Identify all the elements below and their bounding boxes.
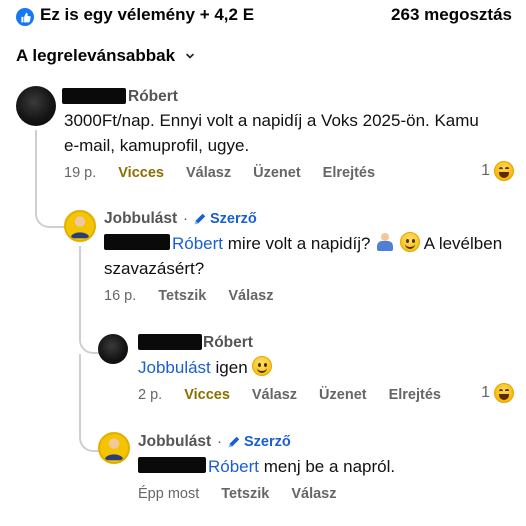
comment-text: Jobbulást igen	[138, 355, 488, 380]
comment-text-part: igen	[210, 358, 253, 377]
message-button[interactable]: Üzenet	[253, 165, 301, 181]
reply-button[interactable]: Válasz	[186, 165, 231, 181]
avatar[interactable]	[16, 86, 56, 126]
like-button[interactable]: Tetszik	[221, 486, 269, 502]
sort-dropdown[interactable]: A legrelevánsabbak	[16, 46, 195, 66]
author-logo-icon	[104, 438, 124, 461]
commenter-name[interactable]: Róbert	[128, 88, 178, 106]
thread-line	[35, 130, 37, 190]
comment-time: 2 p.	[138, 387, 163, 403]
comment-text: 3000Ft/nap. Ennyi volt a napidíj a Voks …	[64, 111, 479, 155]
laughing-emoji-icon	[494, 383, 514, 403]
name-separator: ·	[217, 433, 222, 450]
comment-time: Épp most	[138, 486, 200, 502]
thread-line	[79, 354, 81, 424]
sort-label: A legrelevánsabbak	[16, 46, 176, 65]
smile-emoji-icon	[252, 356, 273, 376]
comment-time: 16 p.	[104, 288, 137, 304]
avatar[interactable]	[98, 334, 128, 364]
author-badge-label: Szerző	[210, 211, 257, 227]
author-avatar[interactable]	[64, 210, 96, 242]
reaction-count[interactable]: 1	[481, 161, 514, 181]
reaction-count-number: 1	[481, 162, 490, 179]
like-button[interactable]: Tetszik	[158, 288, 206, 304]
thread-connector	[79, 320, 99, 354]
pencil-icon	[228, 436, 240, 448]
laughing-emoji-icon	[494, 161, 514, 181]
hide-button[interactable]: Elrejtés	[389, 387, 441, 403]
comment-text: Róbert menj be a napról.	[138, 454, 508, 479]
author-badge: Szerző	[227, 434, 291, 450]
comment-actions: 16 p. Tetszik Válasz	[104, 288, 274, 304]
author-badge-label: Szerző	[244, 434, 291, 450]
comment-text-part: menj be a napról.	[259, 457, 396, 476]
comment-actions: 2 p. Vicces Válasz Üzenet Elrejtés	[138, 387, 441, 403]
author-logo-icon	[70, 216, 90, 239]
pencil-icon	[194, 213, 206, 225]
like-reaction-icon	[16, 8, 34, 26]
thread-connector	[35, 188, 65, 228]
reply-button[interactable]: Válasz	[228, 288, 273, 304]
mention-link[interactable]: Róbert	[208, 457, 259, 476]
author-avatar[interactable]	[98, 432, 130, 464]
thread-connector	[79, 420, 99, 452]
reactions-summary[interactable]: Ez is egy vélemény + 4,2 E	[40, 5, 254, 25]
comment-actions: Épp most Tetszik Válasz	[138, 486, 337, 502]
vicces-button[interactable]: Vicces	[184, 387, 230, 403]
mention-link[interactable]: Róbert	[172, 234, 223, 253]
name-separator: ·	[183, 210, 188, 227]
shrug-emoji-icon	[375, 232, 395, 252]
comment-text-part: mire volt a napidíj?	[223, 234, 376, 253]
commenter-name[interactable]: Róbert	[203, 334, 253, 352]
reaction-count-number: 1	[481, 384, 490, 401]
reaction-count[interactable]: 1	[481, 383, 514, 403]
shares-count[interactable]: 263 megosztás	[391, 5, 512, 25]
comment-actions: 19 p. Vicces Válasz Üzenet Elrejtés	[64, 165, 375, 181]
comment-time: 19 p.	[64, 165, 97, 181]
author-badge: Szerző	[193, 211, 257, 227]
redacted-name	[62, 88, 126, 104]
redacted-name	[138, 334, 202, 350]
thread-line	[79, 246, 81, 326]
reply-button[interactable]: Válasz	[291, 486, 336, 502]
reply-button[interactable]: Válasz	[252, 387, 297, 403]
comment-text: Róbert mire volt a napidíj? A levélben s…	[104, 231, 504, 281]
author-name[interactable]: Jobbulást	[104, 210, 177, 228]
mention-link[interactable]: Jobbulást	[138, 358, 211, 377]
chevron-down-icon	[186, 53, 194, 59]
author-name[interactable]: Jobbulást	[138, 433, 211, 451]
smile-emoji-icon	[399, 232, 420, 252]
thumbs-up-icon	[20, 12, 31, 22]
hide-button[interactable]: Elrejtés	[323, 165, 375, 181]
vicces-button[interactable]: Vicces	[118, 165, 164, 181]
message-button[interactable]: Üzenet	[319, 387, 367, 403]
